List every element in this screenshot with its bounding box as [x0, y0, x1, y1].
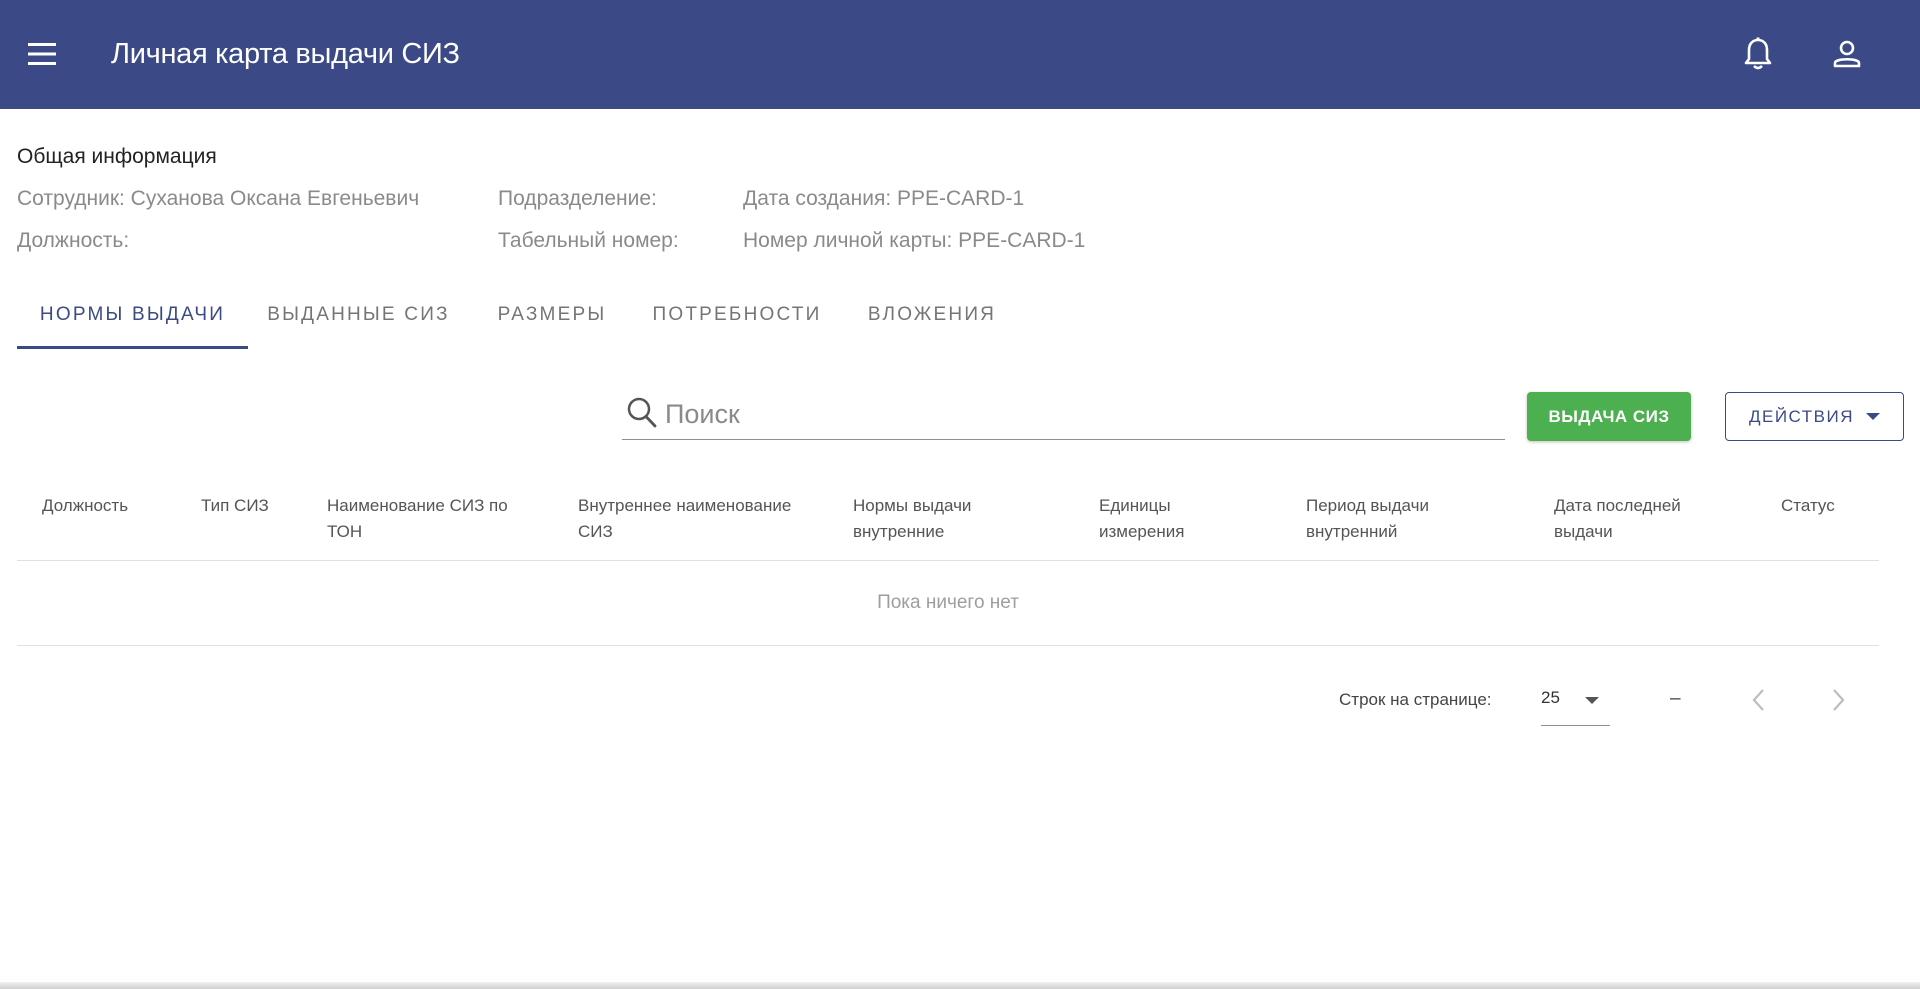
tab-issued-ppe[interactable]: Выданные СИЗ: [252, 282, 465, 348]
menu-icon[interactable]: [24, 36, 60, 72]
column-header-issue-period[interactable]: Период выдачи внутренний: [1306, 493, 1476, 545]
tab-attachments[interactable]: Вложения: [847, 282, 1017, 348]
actions-button-label: ДЕЙСТВИЯ: [1748, 406, 1854, 426]
card-number-info: Номер личной карты: PPE-CARD-1: [743, 229, 1086, 252]
table-header: Должность Тип СИЗ Наименование СИЗ по ТО…: [17, 477, 1879, 561]
general-info-title: Общая информация: [17, 145, 217, 168]
tab-issue-norms[interactable]: Нормы выдачи: [17, 282, 248, 348]
personnel-number-info: Табельный номер:: [498, 229, 679, 252]
bottom-divider: [0, 982, 1920, 989]
position-info: Должность:: [17, 229, 130, 252]
search-icon: [626, 396, 658, 435]
column-header-ppe-name-ton[interactable]: Наименование СИЗ по ТОН: [327, 493, 527, 545]
chevron-right-icon: [1833, 689, 1845, 711]
chevron-down-icon: [1585, 697, 1599, 704]
table-empty-row: Пока ничего нет: [17, 561, 1879, 646]
empty-state-text: Пока ничего нет: [877, 592, 1019, 613]
search-field: [622, 390, 1505, 440]
department-info: Подразделение:: [498, 187, 657, 210]
previous-page-button[interactable]: [1741, 680, 1777, 720]
column-header-internal-name[interactable]: Внутреннее наименование СИЗ: [578, 493, 808, 545]
rows-per-page-select[interactable]: 25: [1541, 680, 1610, 726]
active-tab-indicator: [17, 346, 248, 349]
creation-date-info: Дата создания: PPE-CARD-1: [743, 187, 1025, 210]
rows-per-page-value: 25: [1541, 688, 1560, 707]
page-title: Личная карта выдачи СИЗ: [111, 38, 460, 70]
column-header-position[interactable]: Должность: [42, 493, 182, 519]
tab-needs[interactable]: Потребности: [637, 282, 837, 348]
column-header-status[interactable]: Статус: [1781, 493, 1861, 519]
search-input[interactable]: [665, 390, 1495, 438]
column-header-units[interactable]: Единицы измерения: [1099, 493, 1209, 545]
column-header-last-issue-date[interactable]: Дата последней выдачи: [1554, 493, 1704, 545]
chevron-left-icon: [1752, 689, 1764, 711]
page-range-text: –: [1670, 688, 1681, 709]
tab-sizes[interactable]: Размеры: [477, 282, 627, 348]
account-icon[interactable]: [1827, 34, 1867, 74]
chevron-down-icon: [1866, 413, 1880, 420]
issue-ppe-button[interactable]: ВЫДАЧА СИЗ: [1527, 392, 1691, 441]
actions-button[interactable]: ДЕЙСТВИЯ: [1725, 392, 1904, 441]
rows-per-page-label: Строк на странице:: [1339, 690, 1492, 709]
tab-bar: Нормы выдачи Выданные СИЗ Размеры Потреб…: [17, 282, 1117, 349]
pagination: Строк на странице: 25 –: [0, 680, 1920, 730]
next-page-button[interactable]: [1820, 680, 1856, 720]
bell-icon[interactable]: [1738, 34, 1778, 74]
norms-table: Должность Тип СИЗ Наименование СИЗ по ТО…: [17, 477, 1879, 646]
app-bar: Личная карта выдачи СИЗ: [0, 0, 1920, 109]
column-header-internal-norms[interactable]: Нормы выдачи внутренние: [853, 493, 1003, 545]
employee-info: Сотрудник: Суханова Оксана Евгеньевич: [17, 187, 420, 210]
column-header-ppe-type[interactable]: Тип СИЗ: [201, 493, 291, 519]
